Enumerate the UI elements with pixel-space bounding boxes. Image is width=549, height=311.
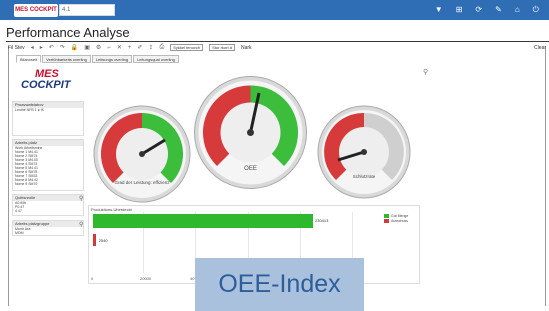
gauge-scrap-rate: Schlutzrate xyxy=(317,105,411,199)
legend-item[interactable]: Gut Menge xyxy=(384,213,408,218)
save-icon[interactable]: ▣ xyxy=(84,44,90,51)
clear-button[interactable]: Clear xyxy=(534,45,546,51)
search-icon[interactable]: ⚲ xyxy=(423,68,428,76)
filter-panel-workplace: Arbeits platz Work Arbeitsmine Nome 1 M4… xyxy=(12,139,84,191)
legend-label: Ausschuss xyxy=(391,218,408,223)
list-item[interactable]: 4.47 xyxy=(13,209,83,213)
home-icon[interactable]: ⌂ xyxy=(515,5,520,15)
list-item[interactable]: Nome 9 SM70 xyxy=(13,182,83,186)
legend-swatch xyxy=(384,213,389,218)
filter-panel-quitt: Quittsnrolle A0.60b P0.47 4.47 xyxy=(12,194,84,216)
search-input[interactable]: 4.1 xyxy=(59,4,115,16)
axis-tick: 20000 xyxy=(140,276,152,281)
search-icon[interactable]: ⚲ xyxy=(79,195,83,202)
print-icon[interactable]: ⎙ xyxy=(159,44,164,51)
gauge-label: Schlutzrate xyxy=(353,174,376,179)
eraser-icon[interactable]: ✕ xyxy=(117,44,122,51)
grid-icon[interactable]: ⊞ xyxy=(456,5,463,15)
title-divider xyxy=(6,41,549,42)
tab-leistung[interactable]: Leitsungs overling xyxy=(91,55,133,63)
frame-right-border xyxy=(545,46,546,306)
mes-cockpit-logo: MES COCKPIT xyxy=(21,69,91,93)
file-menu[interactable]: Fil Stev xyxy=(8,45,25,51)
filter-panel-protocol: Proavwafstabov Lenthe NFB 1 ● IK xyxy=(12,101,84,136)
ruler-icon[interactable]: ⌐ xyxy=(107,45,111,51)
legend-swatch xyxy=(384,218,389,223)
power-icon[interactable]: ⏻ xyxy=(533,5,539,15)
list-item[interactable]: MOM xyxy=(13,231,83,235)
edit-icon[interactable]: ✎ xyxy=(495,5,502,15)
forward-icon[interactable]: ▸ xyxy=(40,44,43,51)
gauge-label: Grad der Leistung: effizienz xyxy=(115,180,171,185)
top-bar: MES COCKPIT 4.1 ▼ ⊞ ⟳ ✎ ⌂ ⏻ xyxy=(0,0,549,20)
redo-icon[interactable]: ↷ xyxy=(60,44,65,51)
axis-tick: 0 xyxy=(91,276,94,281)
extra-option[interactable]: Nark xyxy=(241,45,252,51)
frame-left-border xyxy=(8,46,9,306)
sort-select[interactable]: Sykkel tenovch xyxy=(170,44,204,51)
toolbar: Fil Stev ◂ ▸ ↶ ↷ 🔒 ▣ ⚙ ⌐ ✕ + ✐ ⇪ ⎙ Sykke… xyxy=(8,43,546,52)
view-select[interactable]: Stor rkort.d xyxy=(209,44,235,51)
gauge-label: OEE xyxy=(244,166,257,172)
top-icon-group: ▼ ⊞ ⟳ ✎ ⌂ ⏻ xyxy=(435,5,539,15)
chart-legend: Gut Menge Ausschuss xyxy=(384,213,408,223)
gauge-oee: OEE xyxy=(194,76,307,189)
add-icon[interactable]: + xyxy=(128,45,132,51)
app-logo[interactable]: MES COCKPIT xyxy=(14,4,58,17)
oee-index-label: OEE-Index xyxy=(195,258,364,311)
bar-value-label: 230413 xyxy=(315,218,329,223)
undo-icon[interactable]: ↶ xyxy=(49,44,54,51)
brush-icon[interactable]: ✐ xyxy=(137,44,142,51)
export-icon[interactable]: ⇪ xyxy=(148,44,153,51)
sheet-tabs: Bilanxseit Verfühbarkeits overling Leits… xyxy=(16,55,179,63)
list-item[interactable]: Lenthe NFB 1 ● IK xyxy=(13,108,83,112)
tab-verfuegbarkeit[interactable]: Verfühbarkeits overling xyxy=(42,55,91,63)
back-icon[interactable]: ◂ xyxy=(31,44,34,51)
lock-icon[interactable]: 🔒 xyxy=(71,44,78,51)
bar-value-label: 2540 xyxy=(98,238,108,243)
axis-tick: 40 xyxy=(190,276,195,281)
tab-bilanz[interactable]: Bilanxseit xyxy=(16,55,42,63)
bar-good[interactable] xyxy=(93,214,313,228)
bar-scrap[interactable] xyxy=(93,234,96,246)
filter-icon[interactable]: ▼ xyxy=(435,5,443,15)
gauge-efficiency: Grad der Leistung: effizienz xyxy=(93,105,191,203)
chart-title: Produktions-Uberdeckt xyxy=(91,207,132,212)
page-title: Performance Analyse xyxy=(6,25,130,40)
filter-panel-workgroup: Arbeits platzgruppe Montr Ass MOM xyxy=(12,220,84,236)
legend-item[interactable]: Ausschuss xyxy=(384,218,408,223)
legend-label: Gut Menge xyxy=(391,213,409,218)
logo-line-2: COCKPIT xyxy=(21,79,71,91)
search-icon[interactable]: ⚲ xyxy=(79,221,83,228)
tab-qualitaet[interactable]: Leitungsqual overling xyxy=(133,55,179,63)
refresh-icon[interactable]: ⟳ xyxy=(475,5,482,15)
settings-icon[interactable]: ⚙ xyxy=(96,44,101,51)
